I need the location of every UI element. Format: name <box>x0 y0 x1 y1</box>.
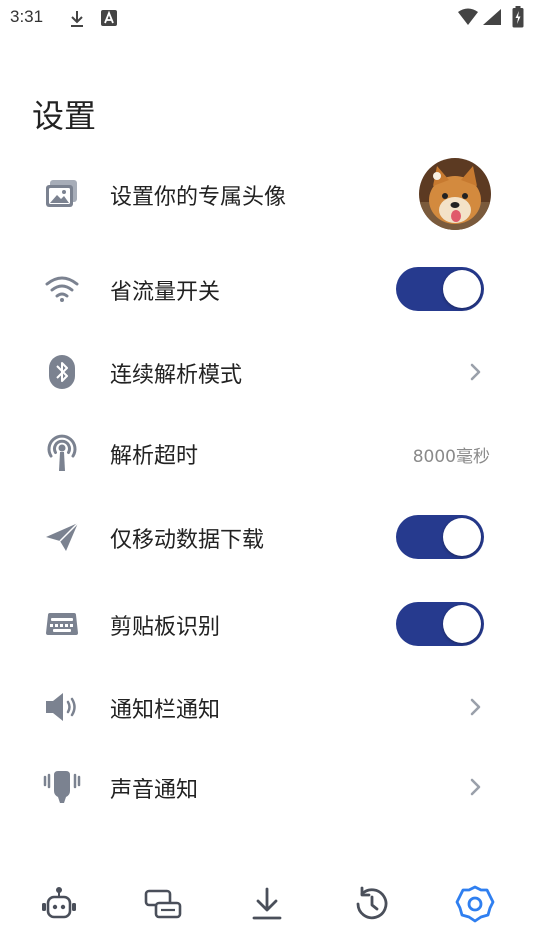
nav-tasks-icon[interactable] <box>141 882 185 926</box>
setting-label: 省流量开关 <box>110 280 221 305</box>
toggle-knob <box>443 270 481 308</box>
wifi-icon <box>42 271 82 307</box>
nav-settings-gear-icon[interactable] <box>453 882 497 926</box>
nav-download-icon[interactable] <box>245 882 289 926</box>
setting-row-parse-timeout[interactable]: 解析超时 8000毫秒 <box>0 423 535 483</box>
timeout-value: 8000毫秒 <box>412 447 490 467</box>
setting-label: 剪贴板识别 <box>110 615 221 640</box>
signal-icon <box>482 8 502 30</box>
setting-row-continuous-parse[interactable]: 连续解析模式 <box>0 342 535 402</box>
setting-label: 仅移动数据下载 <box>110 528 265 553</box>
download-icon <box>68 9 86 33</box>
status-bar: 3:31 <box>0 0 535 36</box>
setting-row-sound[interactable]: 声音通知 <box>0 757 535 817</box>
paper-plane-icon <box>42 519 82 555</box>
a-badge-icon <box>101 10 117 30</box>
clipboard-toggle[interactable] <box>396 602 484 646</box>
wifi-icon <box>457 8 479 30</box>
bluetooth-icon <box>42 354 82 390</box>
antenna-icon <box>42 434 82 471</box>
toggle-knob <box>443 518 481 556</box>
keyboard-icon <box>42 606 82 642</box>
page-title: 设置 <box>32 97 97 136</box>
setting-row-mobile-download[interactable]: 仅移动数据下载 <box>0 507 535 567</box>
setting-label: 解析超时 <box>110 444 199 469</box>
mobile-download-toggle[interactable] <box>396 515 484 559</box>
chevron-right-icon <box>465 777 485 797</box>
speaker-icon <box>42 689 82 725</box>
data-saver-toggle[interactable] <box>396 267 484 311</box>
chevron-right-icon <box>465 362 485 382</box>
chevron-right-icon <box>465 697 485 717</box>
nav-history-icon[interactable] <box>350 882 394 926</box>
nav-robot-icon[interactable] <box>37 882 81 926</box>
image-icon <box>42 176 82 212</box>
status-time: 3:31 <box>10 7 44 26</box>
toggle-knob <box>443 605 481 643</box>
setting-label: 连续解析模式 <box>110 363 243 388</box>
setting-row-data-saver[interactable]: 省流量开关 <box>0 259 535 319</box>
setting-row-clipboard[interactable]: 剪贴板识别 <box>0 594 535 654</box>
bottom-nav <box>0 872 535 936</box>
avatar[interactable] <box>419 158 491 230</box>
setting-row-notification-bar[interactable]: 通知栏通知 <box>0 677 535 737</box>
setting-label: 通知栏通知 <box>110 698 221 723</box>
setting-row-avatar[interactable]: 设置你的专属头像 <box>0 158 535 230</box>
setting-label: 设置你的专属头像 <box>110 185 287 210</box>
setting-label: 声音通知 <box>110 778 199 803</box>
battery-icon <box>512 6 524 32</box>
vibrate-bell-icon <box>42 769 82 805</box>
